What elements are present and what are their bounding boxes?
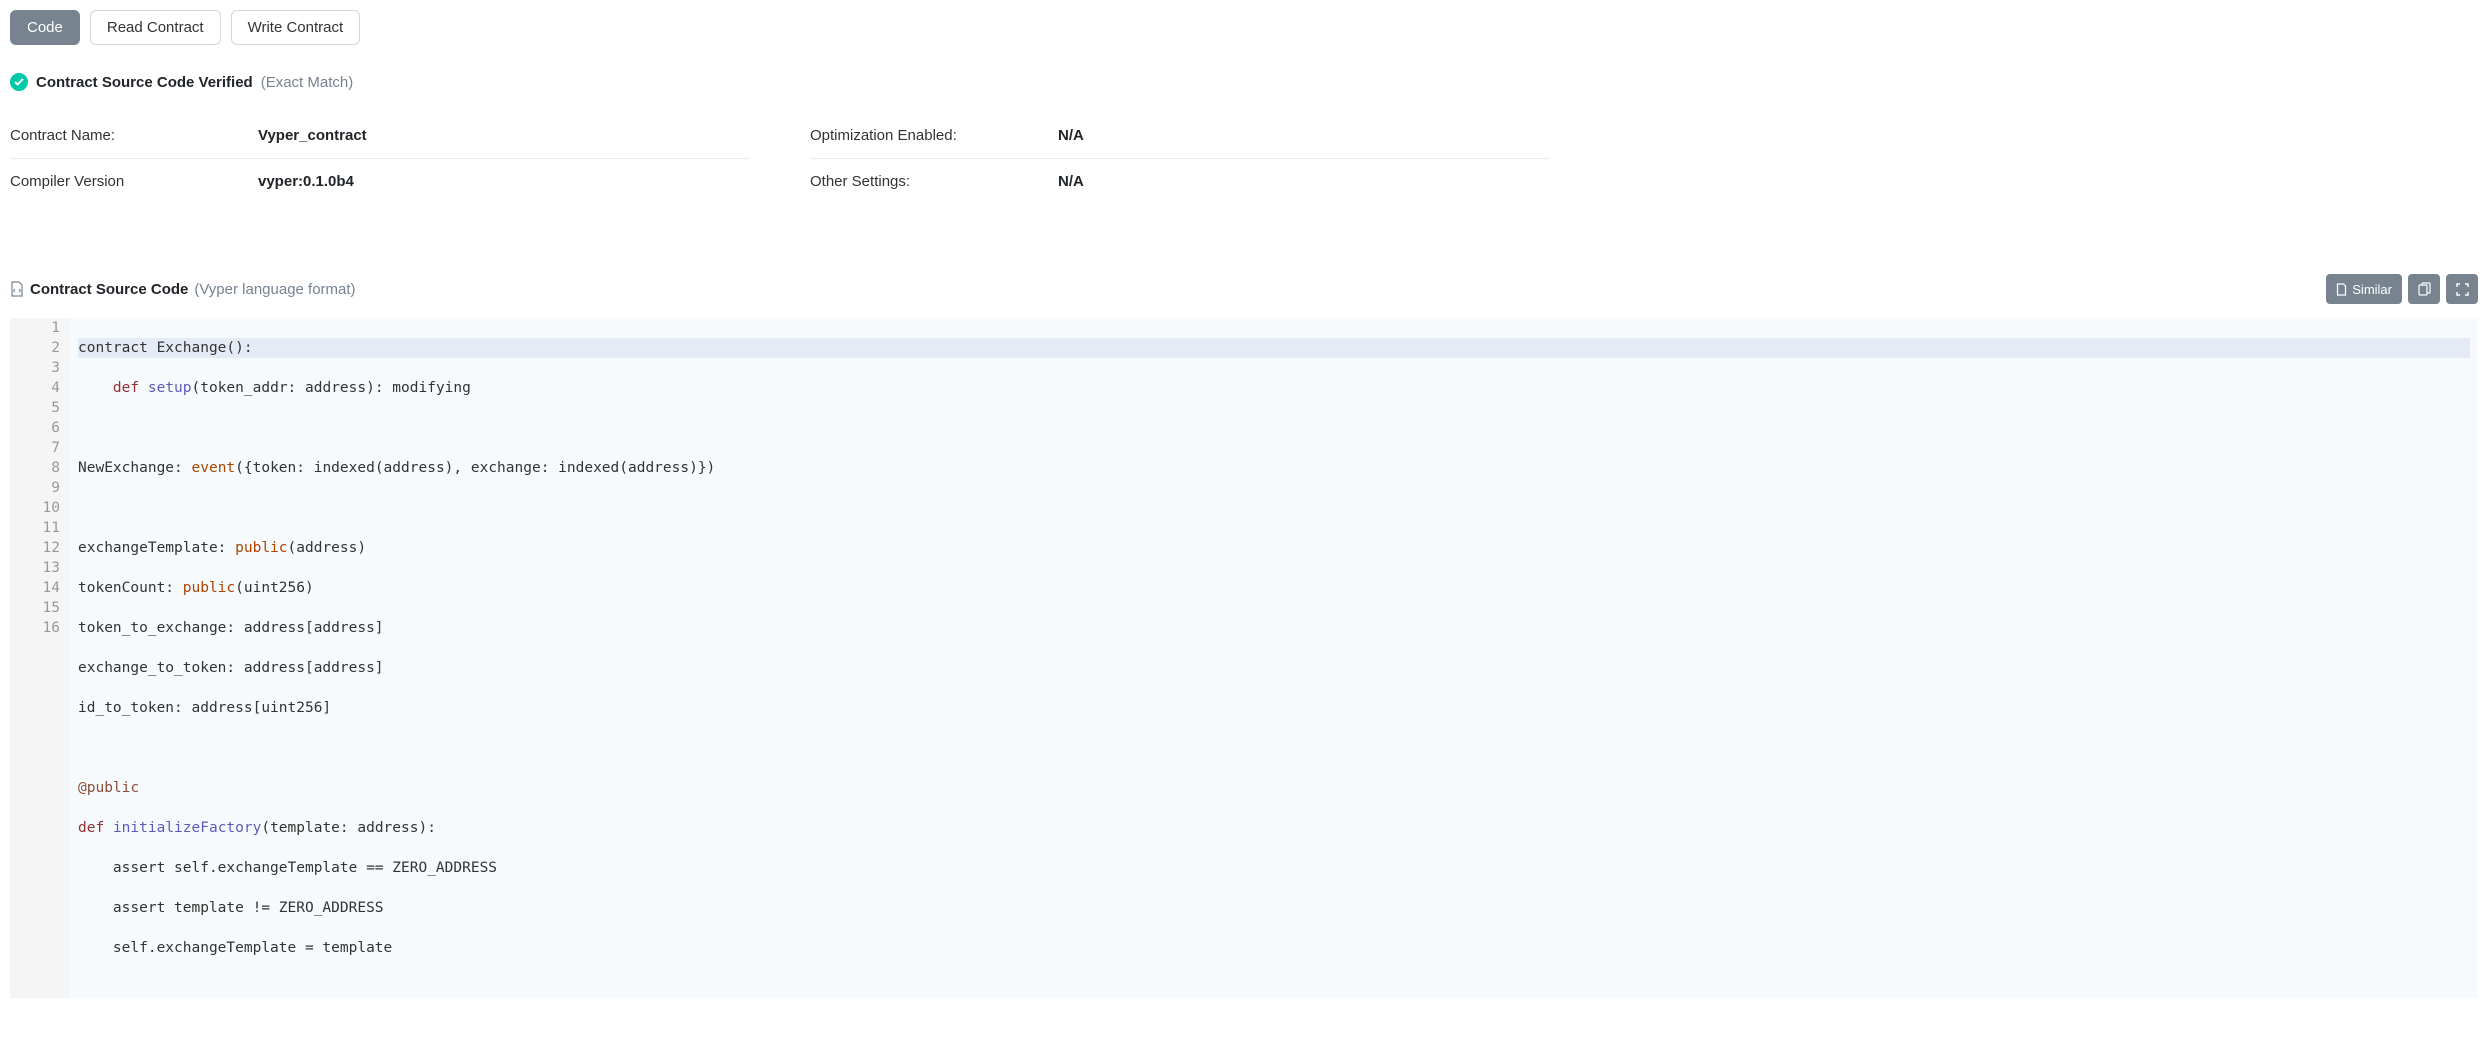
code-line: NewExchange: event({token: indexed(addre…: [78, 458, 2470, 478]
code-line: assert self.exchangeTemplate == ZERO_ADD…: [78, 858, 2470, 878]
tab-read-contract[interactable]: Read Contract: [90, 10, 221, 45]
tab-write-contract[interactable]: Write Contract: [231, 10, 361, 45]
line-number: 1: [20, 318, 60, 338]
detail-value: vyper:0.1.0b4: [258, 173, 354, 190]
code-line: assert template != ZERO_ADDRESS: [78, 898, 2470, 918]
line-number: 11: [20, 518, 60, 538]
code-line: self.exchangeTemplate = template: [78, 938, 2470, 958]
line-number: 3: [20, 358, 60, 378]
line-number: 2: [20, 338, 60, 358]
code-panel[interactable]: 12345678910111213141516 contract Exchang…: [10, 318, 2478, 998]
line-number: 15: [20, 598, 60, 618]
similar-label: Similar: [2352, 282, 2392, 297]
detail-label: Contract Name:: [10, 127, 258, 144]
details-col-right: Optimization Enabled: N/A Other Settings…: [810, 113, 1550, 204]
line-number: 4: [20, 378, 60, 398]
tab-code[interactable]: Code: [10, 10, 80, 45]
line-number: 5: [20, 398, 60, 418]
verified-row: Contract Source Code Verified (Exact Mat…: [10, 73, 2478, 91]
code-line: exchangeTemplate: public(address): [78, 538, 2470, 558]
code-line: exchange_to_token: address[address]: [78, 658, 2470, 678]
code-line: [78, 418, 2470, 438]
code-line: @public: [78, 778, 2470, 798]
detail-row-other-settings: Other Settings: N/A: [810, 159, 1550, 204]
details-col-left: Contract Name: Vyper_contract Compiler V…: [10, 113, 750, 204]
similar-button[interactable]: Similar: [2326, 274, 2402, 304]
code-line: [78, 498, 2470, 518]
source-subtitle: (Vyper language format): [194, 281, 355, 298]
code-line: tokenCount: public(uint256): [78, 578, 2470, 598]
code-line: token_to_exchange: address[address]: [78, 618, 2470, 638]
expand-icon: [2456, 283, 2469, 296]
detail-row-contract-name: Contract Name: Vyper_contract: [10, 113, 750, 159]
checkmark-icon: [10, 73, 28, 91]
detail-value: N/A: [1058, 127, 1084, 144]
source-title-wrap: Contract Source Code (Vyper language for…: [10, 281, 356, 298]
detail-row-optimization: Optimization Enabled: N/A: [810, 113, 1550, 159]
line-number: 7: [20, 438, 60, 458]
line-number: 8: [20, 458, 60, 478]
contract-details: Contract Name: Vyper_contract Compiler V…: [10, 113, 2478, 204]
source-actions: Similar: [2326, 274, 2478, 304]
source-title: Contract Source Code: [30, 281, 188, 298]
code-line: contract Exchange():: [78, 338, 2470, 358]
copy-icon: [2418, 282, 2431, 296]
code-area[interactable]: contract Exchange(): def setup(token_add…: [70, 318, 2478, 998]
code-line: [78, 738, 2470, 758]
detail-label: Other Settings:: [810, 173, 1058, 190]
detail-value: N/A: [1058, 173, 1084, 190]
line-number: 16: [20, 618, 60, 638]
detail-value: Vyper_contract: [258, 127, 367, 144]
fullscreen-button[interactable]: [2446, 274, 2478, 304]
code-line: id_to_token: address[uint256]: [78, 698, 2470, 718]
copy-button[interactable]: [2408, 274, 2440, 304]
file-code-icon: [10, 281, 24, 297]
detail-label: Optimization Enabled:: [810, 127, 1058, 144]
document-icon: [2336, 283, 2347, 296]
verified-label: Contract Source Code Verified: [36, 74, 253, 91]
verified-match: (Exact Match): [261, 74, 354, 91]
line-number: 12: [20, 538, 60, 558]
detail-label: Compiler Version: [10, 173, 258, 190]
code-line: def initializeFactory(template: address)…: [78, 818, 2470, 838]
line-number: 9: [20, 478, 60, 498]
line-number: 10: [20, 498, 60, 518]
line-number: 14: [20, 578, 60, 598]
detail-row-compiler-version: Compiler Version vyper:0.1.0b4: [10, 159, 750, 204]
code-line: def setup(token_addr: address): modifyin…: [78, 378, 2470, 398]
line-number: 13: [20, 558, 60, 578]
source-header: Contract Source Code (Vyper language for…: [10, 274, 2478, 304]
line-number: 6: [20, 418, 60, 438]
line-gutter: 12345678910111213141516: [10, 318, 70, 998]
contract-tabs: Code Read Contract Write Contract: [10, 10, 2478, 45]
